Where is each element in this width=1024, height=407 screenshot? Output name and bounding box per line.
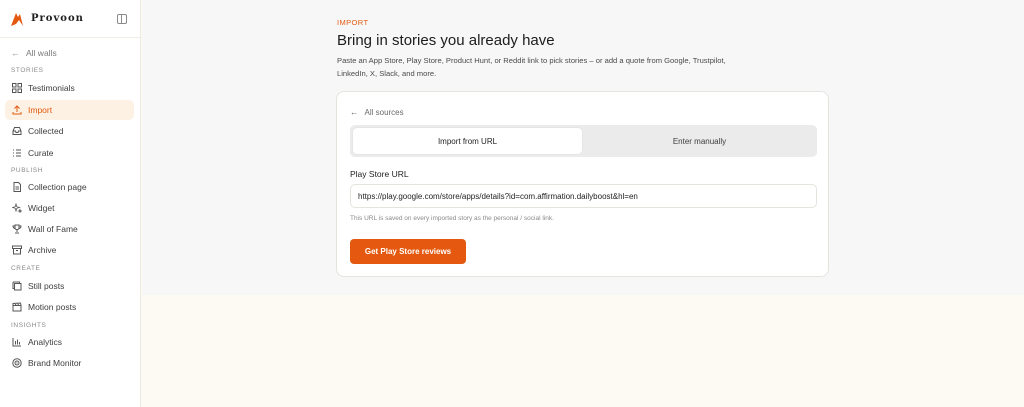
sidebar-item-collection-page[interactable]: Collection page — [5, 177, 134, 197]
bar-chart-icon — [11, 337, 22, 348]
sidebar-item-label: Import — [28, 105, 53, 115]
list-icon — [11, 148, 22, 159]
sidebar-item-label: Still posts — [28, 281, 65, 291]
section-label-stories: STORIES — [11, 67, 44, 74]
sidebar-item-curate[interactable]: Curate — [5, 143, 134, 163]
play-store-url-input[interactable] — [350, 184, 817, 208]
inbox-icon — [11, 126, 22, 137]
radar-icon — [11, 358, 22, 369]
arrow-left-icon: ← — [350, 107, 359, 117]
upload-icon — [11, 105, 22, 116]
sidebar-item-label: Widget — [28, 203, 55, 213]
back-link-label: All walls — [26, 48, 57, 58]
sidebar-item-label: Analytics — [28, 337, 63, 347]
sidebar-item-label: Collected — [28, 126, 64, 136]
get-play-store-reviews-button[interactable]: Get Play Store reviews — [350, 239, 466, 264]
sidebar-item-brand-monitor[interactable]: Brand Monitor — [5, 353, 134, 373]
sidebar-item-analytics[interactable]: Analytics — [5, 332, 134, 352]
sidebar: Provoon ← All walls STORIES Testimonials… — [0, 0, 141, 407]
brand-name: Provoon — [31, 13, 84, 24]
sidebar-item-label: Archive — [28, 245, 57, 255]
sidebar-item-widget[interactable]: Widget — [5, 198, 134, 218]
sidebar-collapse-icon[interactable] — [117, 14, 127, 24]
sidebar-item-testimonials[interactable]: Testimonials — [5, 78, 134, 98]
sidebar-item-archive[interactable]: Archive — [5, 240, 134, 260]
sidebar-item-still-posts[interactable]: Still posts — [5, 276, 134, 296]
brand-header: Provoon — [0, 0, 140, 38]
image-icon — [11, 281, 22, 292]
all-sources-link[interactable]: ← All sources — [350, 107, 404, 117]
sidebar-item-label: Curate — [28, 148, 54, 158]
url-help-text: This URL is saved on every imported stor… — [350, 215, 554, 222]
sidebar-item-label: Motion posts — [28, 302, 77, 312]
grid-icon — [11, 83, 22, 94]
import-card: ← All sources Import from URL Enter manu… — [336, 91, 829, 277]
clapper-icon — [11, 302, 22, 313]
all-sources-label: All sources — [364, 107, 404, 117]
section-label-publish: PUBLISH — [11, 167, 44, 174]
archive-icon — [11, 245, 22, 256]
arrow-left-icon: ← — [11, 48, 20, 58]
sidebar-item-label: Brand Monitor — [28, 358, 82, 368]
section-label-insights: INSIGHTS — [11, 322, 47, 329]
brand-logo-icon — [11, 12, 23, 26]
import-mode-toggle: Import from URL Enter manually — [350, 125, 817, 157]
page-title: Bring in stories you already have — [337, 32, 555, 49]
sidebar-item-wall-of-fame[interactable]: Wall of Fame — [5, 219, 134, 239]
page-description: Paste an App Store, Play Store, Product … — [337, 56, 726, 78]
sparkle-icon — [11, 203, 22, 214]
page-icon — [11, 182, 22, 193]
sidebar-item-label: Testimonials — [28, 83, 75, 93]
sidebar-item-label: Wall of Fame — [28, 224, 78, 234]
sidebar-item-collected[interactable]: Collected — [5, 121, 134, 141]
trophy-icon — [11, 224, 22, 235]
sidebar-item-label: Collection page — [28, 182, 87, 192]
tab-enter-manually[interactable]: Enter manually — [585, 128, 814, 154]
sidebar-item-import[interactable]: Import — [5, 100, 134, 120]
page-eyebrow: IMPORT — [337, 18, 369, 27]
sidebar-item-motion-posts[interactable]: Motion posts — [5, 297, 134, 317]
back-to-walls-link[interactable]: ← All walls — [0, 45, 140, 61]
tab-import-from-url[interactable]: Import from URL — [353, 128, 582, 154]
play-store-url-label: Play Store URL — [350, 169, 409, 179]
section-label-create: CREATE — [11, 265, 41, 272]
